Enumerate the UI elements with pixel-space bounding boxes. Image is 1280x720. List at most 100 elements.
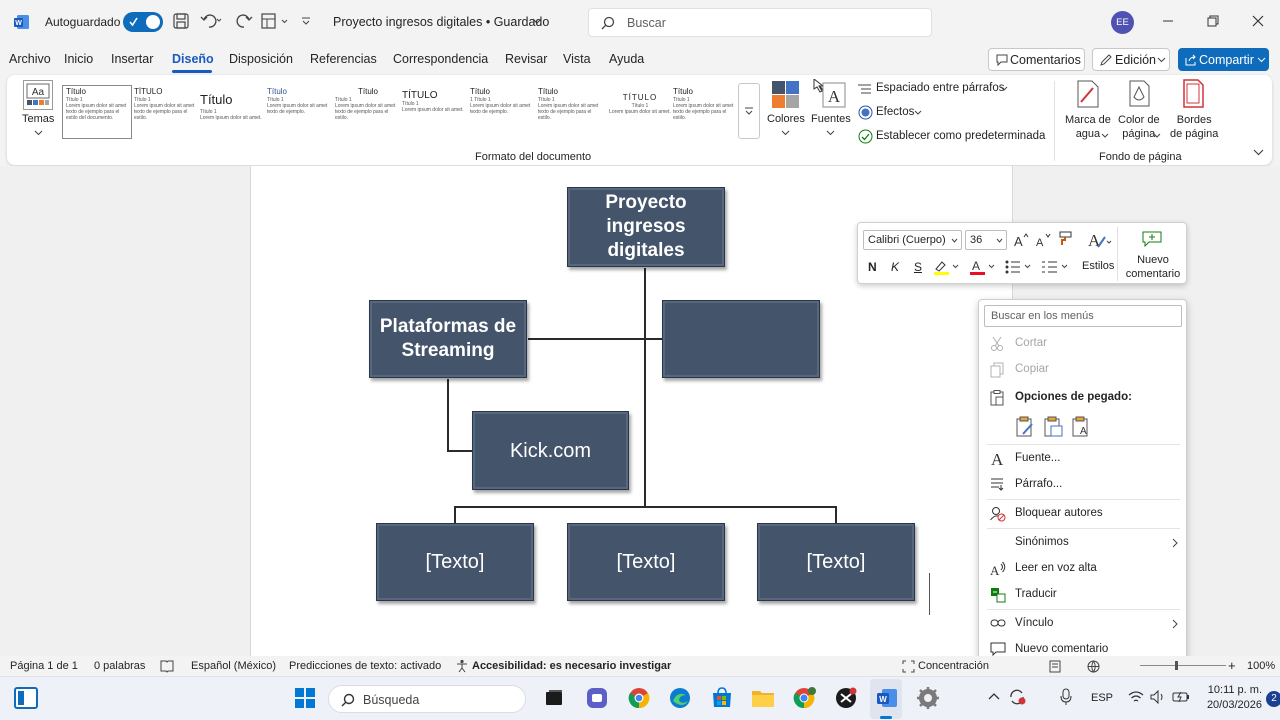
- clock-time[interactable]: 10:11 p. m.: [1204, 684, 1262, 696]
- paste-text-only-icon[interactable]: A: [1071, 416, 1091, 438]
- focus-icon[interactable]: [902, 660, 915, 673]
- minimize-icon[interactable]: [1160, 13, 1176, 29]
- bold-button[interactable]: N: [868, 260, 877, 274]
- widgets-icon[interactable]: [14, 687, 38, 709]
- chevron-down-icon[interactable]: [532, 17, 542, 25]
- styles-label[interactable]: Estilos: [1082, 260, 1114, 272]
- style-thumb-2[interactable]: TÍTULO Título 1 Lorem ipsum dolor sit amet…: [134, 87, 200, 139]
- page-borders-label[interactable]: Bordes de página: [1170, 113, 1218, 141]
- set-default-label[interactable]: Establecer como predeterminada: [876, 130, 1045, 142]
- new-comment-icon[interactable]: [1141, 229, 1163, 247]
- avatar[interactable]: EE: [1111, 11, 1134, 34]
- customize-toolbar-icon[interactable]: [300, 12, 312, 30]
- battery-icon[interactable]: [1172, 690, 1190, 704]
- read-aloud-menu-item[interactable]: A Leer en voz alta: [979, 557, 1186, 581]
- block-authors-menu-item[interactable]: Bloquear autores: [979, 502, 1186, 526]
- comments-button[interactable]: Comentarios: [988, 48, 1085, 71]
- menu-disposicion[interactable]: Disposición: [229, 52, 293, 66]
- link-menu-item[interactable]: Vínculo: [979, 612, 1186, 636]
- share-button[interactable]: Compartir: [1178, 48, 1269, 71]
- menu-insertar[interactable]: Insertar: [111, 52, 153, 66]
- page-borders-icon[interactable]: [1182, 79, 1204, 109]
- focus-mode[interactable]: Concentración: [918, 660, 989, 672]
- microphone-icon[interactable]: [1059, 688, 1073, 706]
- menu-ayuda[interactable]: Ayuda: [609, 52, 644, 66]
- zoom-slider[interactable]: [1140, 665, 1226, 666]
- clock-date[interactable]: 20/03/2026: [1204, 699, 1262, 711]
- save-icon[interactable]: [172, 12, 190, 30]
- menu-search-input[interactable]: Buscar en los menús: [984, 305, 1182, 327]
- file-explorer-icon[interactable]: [751, 687, 775, 709]
- translate-menu-item[interactable]: Traducir: [979, 583, 1186, 607]
- language-indicator[interactable]: Español (México): [191, 660, 276, 672]
- proofing-icon[interactable]: [160, 660, 174, 673]
- paste-keep-format-icon[interactable]: [1015, 416, 1035, 438]
- colors-label[interactable]: Colores: [767, 113, 805, 125]
- style-thumb-10[interactable]: Título Título 1 Lorem ipsum dolor sit amet…: [673, 87, 739, 139]
- menu-vista[interactable]: Vista: [563, 52, 591, 66]
- page-color-icon[interactable]: [1127, 79, 1151, 109]
- volume-icon[interactable]: [1150, 690, 1166, 704]
- style-thumb-8[interactable]: Título Título 1 Lorem ipsum dolor sit amet…: [538, 87, 604, 139]
- autosave-toggle[interactable]: [123, 12, 163, 32]
- effects-icon[interactable]: [858, 105, 873, 120]
- layout-icon[interactable]: [260, 12, 290, 30]
- input-language[interactable]: ESP: [1091, 692, 1113, 704]
- style-thumb-3[interactable]: Título Título 1 Lorem ipsum dolor sit amet…: [200, 87, 266, 139]
- cut-menu-item[interactable]: Cortar: [979, 332, 1186, 356]
- menu-referencias[interactable]: Referencias: [310, 52, 377, 66]
- document-title[interactable]: Proyecto ingresos digitales • Guardado: [333, 15, 549, 29]
- new-comment-label[interactable]: Nuevo comentario: [1123, 253, 1183, 281]
- orgchart-root-node[interactable]: Proyecto ingresos digitales: [567, 187, 725, 267]
- underline-button[interactable]: S: [914, 260, 922, 274]
- word-count[interactable]: 0 palabras: [94, 660, 145, 672]
- style-thumb-4[interactable]: Título Título 1 Lorem ipsum dolor sit amet…: [267, 87, 333, 139]
- settings-icon[interactable]: [917, 687, 939, 709]
- word-taskbar-active[interactable]: W: [870, 679, 902, 719]
- checkmark-circle-icon[interactable]: [858, 129, 873, 144]
- text-predictions[interactable]: Predicciones de texto: activado: [289, 660, 441, 672]
- accessibility-icon[interactable]: [455, 659, 469, 673]
- menu-archivo[interactable]: Archivo: [9, 52, 51, 66]
- increase-font-icon[interactable]: A: [1013, 232, 1029, 248]
- store-icon[interactable]: [711, 687, 733, 709]
- copy-menu-item[interactable]: Copiar: [979, 358, 1186, 382]
- menu-correspondencia[interactable]: Correspondencia: [393, 52, 488, 66]
- highlight-icon[interactable]: [933, 259, 959, 275]
- wifi-icon[interactable]: [1128, 690, 1144, 704]
- effects-label[interactable]: Efectos: [876, 106, 914, 118]
- orgchart-node-text-3[interactable]: [Texto]: [757, 523, 915, 601]
- orgchart-node-kick[interactable]: Kick.com: [472, 411, 629, 490]
- decrease-font-icon[interactable]: A: [1035, 232, 1051, 248]
- format-painter-icon[interactable]: [1057, 231, 1073, 247]
- undo-icon[interactable]: [200, 12, 222, 30]
- menu-inicio[interactable]: Inicio: [64, 52, 93, 66]
- style-thumb-6[interactable]: TÍTULO Título 1 Lorem ipsum dolor sit amet…: [402, 87, 468, 139]
- restore-icon[interactable]: [1205, 13, 1221, 29]
- numbering-icon[interactable]: [1041, 259, 1069, 275]
- accessibility-status[interactable]: Accesibilidad: es necesario investigar: [472, 660, 671, 672]
- zoom-level[interactable]: 100%: [1247, 660, 1275, 672]
- menu-diseno[interactable]: Diseño: [172, 52, 214, 66]
- search-box[interactable]: Buscar: [588, 8, 932, 37]
- styles-icon[interactable]: A: [1086, 229, 1112, 251]
- taskbar-search[interactable]: Búsqueda: [328, 685, 526, 713]
- paragraph-spacing-icon[interactable]: [857, 82, 872, 96]
- redo-icon[interactable]: [235, 12, 253, 30]
- themes-icon[interactable]: Aa: [23, 80, 53, 110]
- fonts-icon[interactable]: A: [813, 79, 847, 109]
- colors-icon[interactable]: [771, 80, 801, 108]
- font-color-icon[interactable]: A: [969, 259, 995, 275]
- notification-badge[interactable]: 2: [1266, 691, 1280, 707]
- synonyms-menu-item[interactable]: Sinónimos: [979, 531, 1186, 555]
- paste-merge-format-icon[interactable]: [1043, 416, 1063, 438]
- watermark-icon[interactable]: [1077, 80, 1099, 108]
- chrome-icon[interactable]: [628, 687, 650, 709]
- font-size-select[interactable]: 36: [965, 230, 1007, 250]
- orgchart-node-text-2[interactable]: [Texto]: [567, 523, 725, 601]
- page-count[interactable]: Página 1 de 1: [10, 660, 78, 672]
- font-menu-item[interactable]: A Fuente...: [979, 447, 1186, 471]
- chevron-down-icon[interactable]: [1253, 149, 1264, 156]
- task-view-icon[interactable]: [545, 689, 563, 707]
- orgchart-node-empty[interactable]: [662, 300, 820, 378]
